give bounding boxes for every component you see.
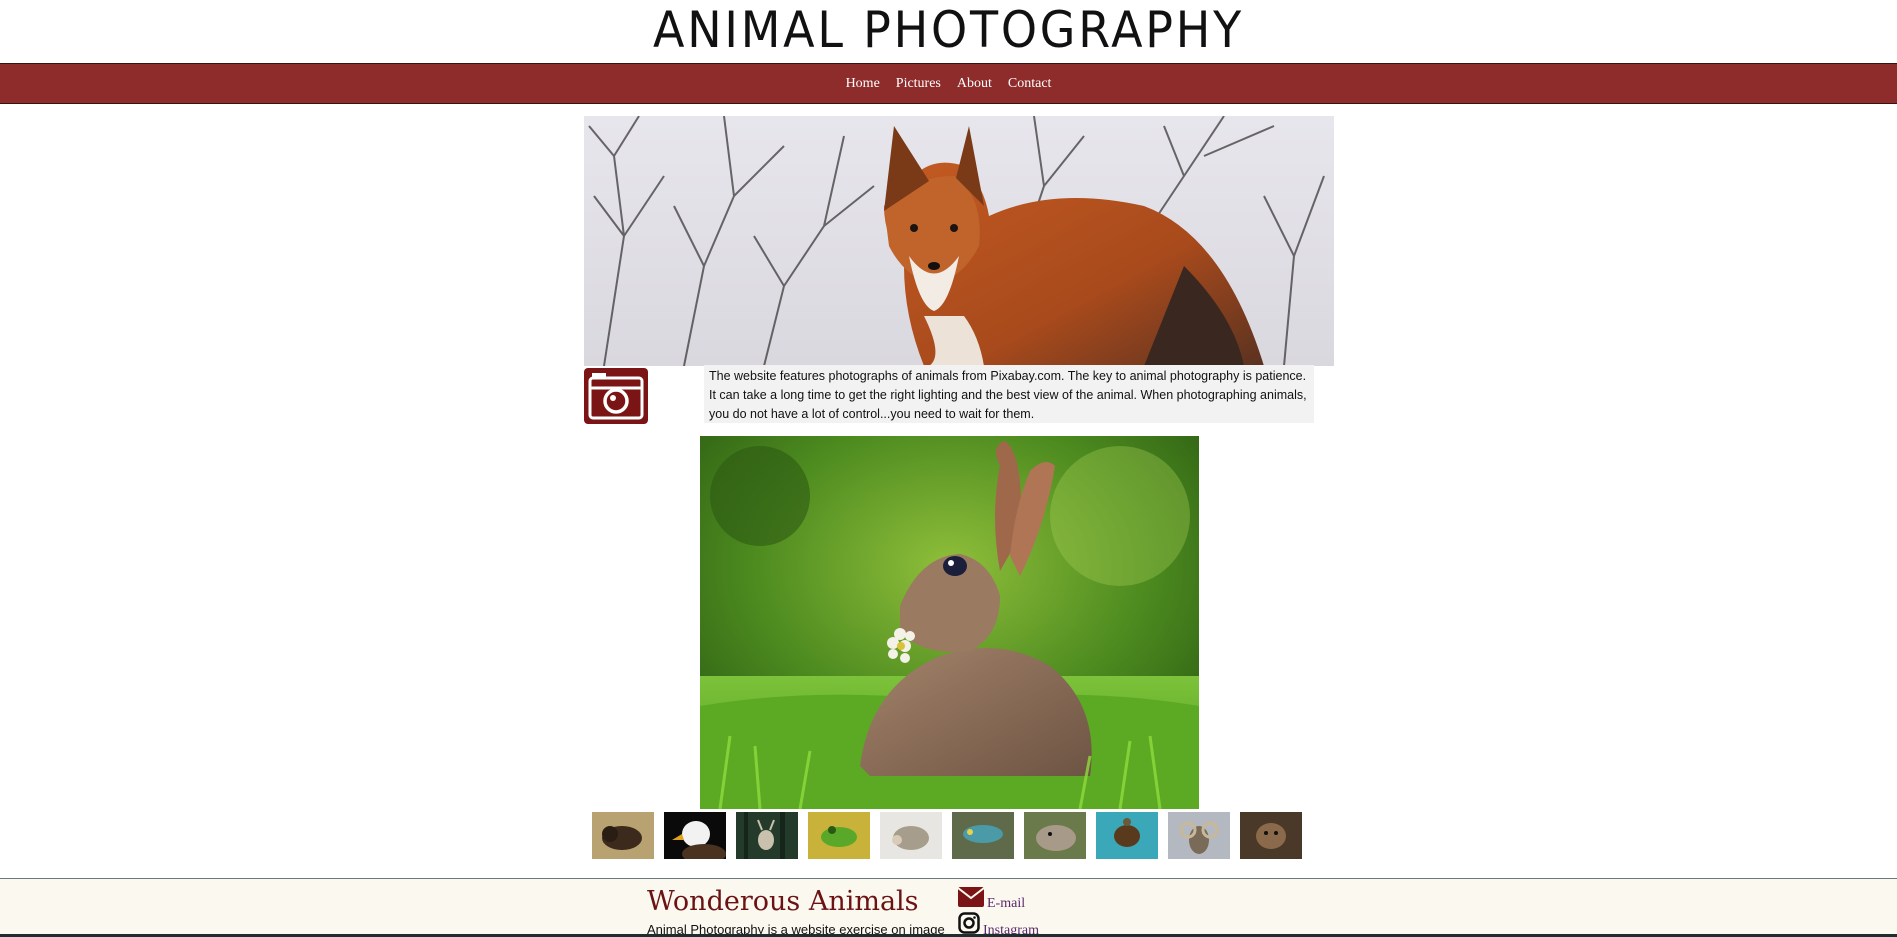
thumbnail-bison[interactable] xyxy=(592,812,654,859)
featured-rabbit-image xyxy=(700,436,1199,809)
intro-text: The website features photographs of anim… xyxy=(704,365,1314,423)
email-link[interactable]: E-mail xyxy=(957,887,1026,912)
thumbnail-deer[interactable] xyxy=(736,812,798,859)
camera-icon xyxy=(584,368,648,424)
thumbnail-otter[interactable] xyxy=(1240,812,1302,859)
email-label: E-mail xyxy=(987,896,1026,911)
nav-link-home[interactable]: Home xyxy=(846,76,880,92)
footer-title: Wonderous Animals xyxy=(647,886,919,917)
thumbnail-turtle[interactable] xyxy=(1096,812,1158,859)
nav-link-about[interactable]: About xyxy=(957,76,992,92)
thumbnail-seal[interactable] xyxy=(1024,812,1086,859)
thumbnail-hedgehog[interactable] xyxy=(880,812,942,859)
nav-link-contact[interactable]: Contact xyxy=(1008,76,1052,92)
thumbnail-eagle[interactable] xyxy=(664,812,726,859)
hero-fox-image xyxy=(584,116,1334,366)
footer: Wonderous Animals Animal Photography is … xyxy=(0,878,1897,937)
nav-link-pictures[interactable]: Pictures xyxy=(896,76,941,92)
site-title: ANIMAL PHOTOGRAPHY xyxy=(652,1,1245,59)
thumbnail-strip xyxy=(592,812,1302,860)
thumbnail-frog[interactable] xyxy=(808,812,870,859)
thumbnail-lizard[interactable] xyxy=(952,812,1014,859)
envelope-icon xyxy=(957,887,985,912)
thumbnail-ram[interactable] xyxy=(1168,812,1230,859)
main-nav: Home Pictures About Contact xyxy=(0,63,1897,104)
